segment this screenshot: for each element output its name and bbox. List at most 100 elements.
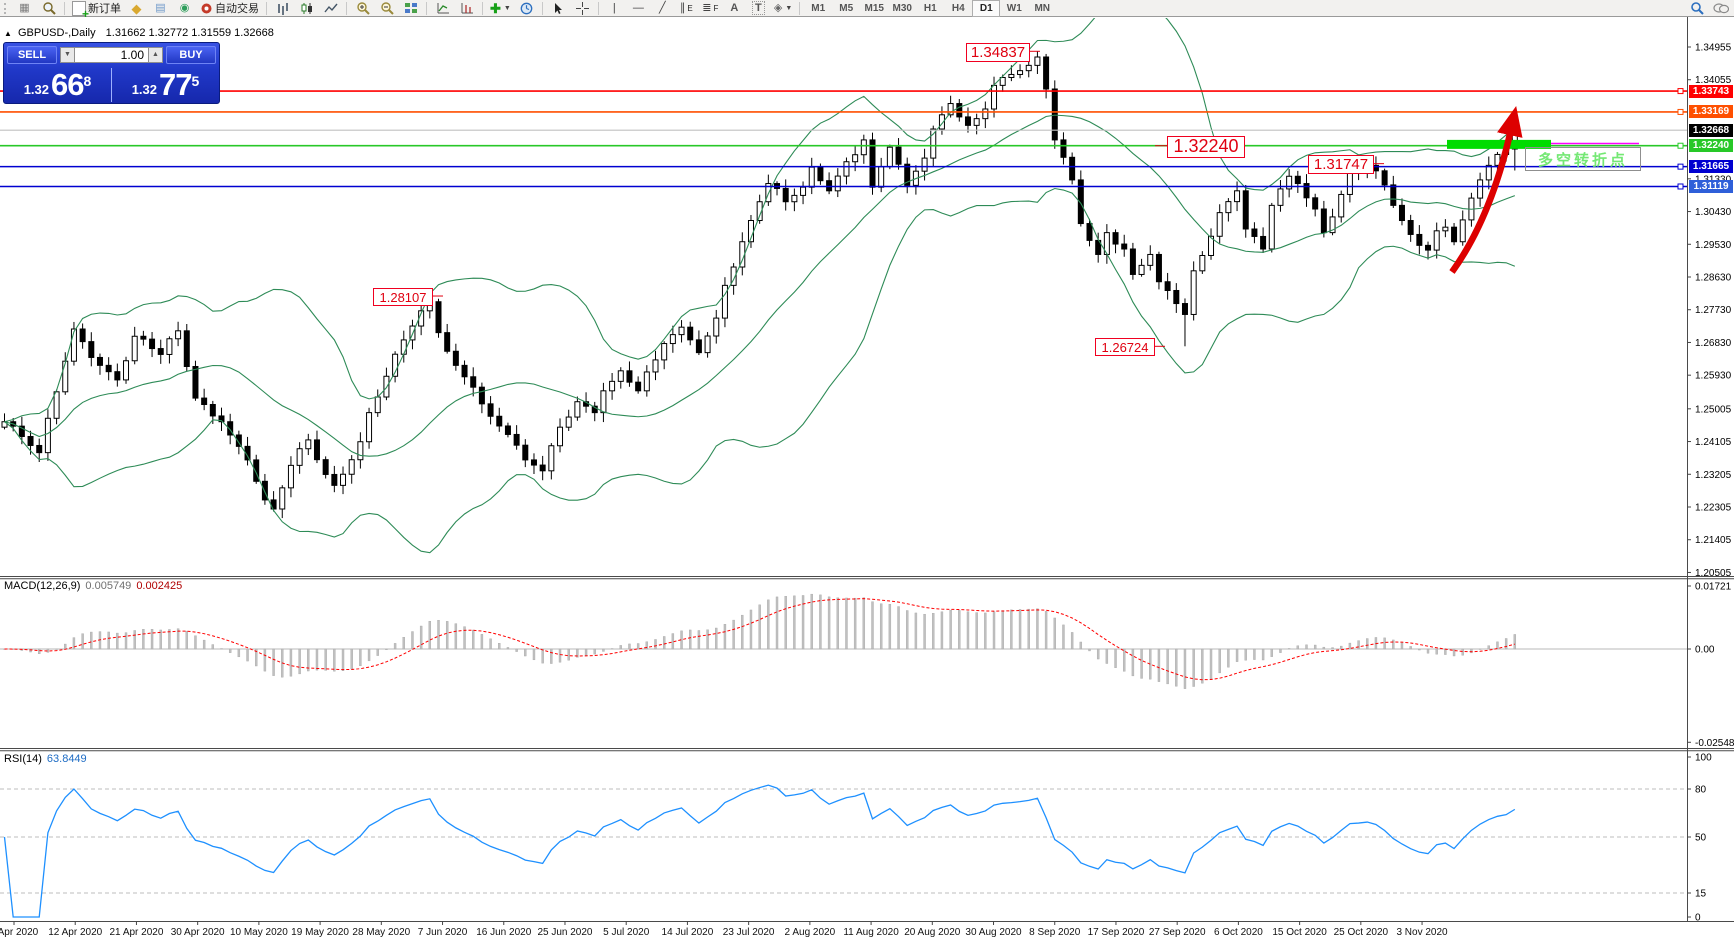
rsi-title: RSI(14) — [4, 753, 42, 765]
zoom-out-button[interactable] — [375, 0, 398, 17]
svg-text:100: 100 — [1695, 753, 1712, 764]
chart-windows-button[interactable]: ▦ — [13, 0, 36, 17]
timeframes-clock-button[interactable] — [515, 0, 538, 17]
search-button[interactable] — [1685, 0, 1708, 17]
vertical-line-tool[interactable]: | — [603, 0, 626, 17]
autotrading-label: 自动交易 — [215, 0, 259, 16]
add-indicator-button[interactable]: ✚▼ — [487, 0, 514, 17]
price-line-badge: 1.32240 — [1689, 139, 1733, 152]
indicators-button[interactable] — [431, 0, 454, 17]
volume-increase-button[interactable]: ▲ — [148, 47, 163, 63]
autotrading-icon — [200, 2, 213, 15]
profiles-button[interactable]: ▤ — [149, 0, 172, 17]
tab-timeframe-mn[interactable]: MN — [1028, 0, 1056, 17]
cursor-tool-button[interactable] — [547, 0, 570, 17]
sell-price-big: 66 — [51, 67, 83, 103]
date-axis-label: 21 Apr 2020 — [109, 927, 163, 938]
date-axis-label: 17 Sep 2020 — [1088, 927, 1145, 938]
tab-timeframe-w1[interactable]: W1 — [1000, 0, 1028, 17]
fibo-letter: F — [714, 4, 719, 13]
add-indicator-icon: ✚ — [490, 2, 501, 15]
volume-decrease-button[interactable]: ▼ — [60, 47, 75, 63]
profiles-icon: ▤ — [155, 3, 165, 14]
chart-title: ▲ GBPUSD-,Daily 1.31662 1.32772 1.31559 … — [4, 27, 274, 39]
tile-windows-button[interactable] — [399, 0, 422, 17]
date-axis-label: 5 Jul 2020 — [603, 927, 650, 938]
price-line-badge: 1.33743 — [1689, 85, 1733, 98]
date-axis-label: 8 Sep 2020 — [1029, 927, 1081, 938]
tab-timeframe-m30[interactable]: M30 — [888, 0, 916, 17]
line-chart-button[interactable] — [319, 0, 342, 17]
svg-text:80: 80 — [1695, 785, 1707, 796]
text-tool[interactable]: A — [723, 0, 746, 17]
date-axis-label: 7 Jun 2020 — [418, 927, 468, 938]
svg-text:1.30430: 1.30430 — [1695, 207, 1732, 218]
date-axis-label: 11 Aug 2020 — [843, 927, 899, 938]
periods-button[interactable] — [455, 0, 478, 17]
application-window: 1.349551.340551.313301.304301.295301.286… — [0, 0, 1734, 938]
price-annotation-label[interactable]: 1.26724 — [1095, 338, 1155, 356]
chat-button[interactable] — [1709, 0, 1732, 17]
price-annotation-label[interactable]: 1.34837 — [966, 43, 1030, 62]
date-axis-label: 30 Aug 2020 — [965, 927, 1022, 938]
tab-timeframe-h4[interactable]: H4 — [944, 0, 972, 17]
toolbar: ▦ + 新订单 ◆ ▤ ◉ 自动交易 — [0, 0, 1734, 17]
tab-timeframe-h1[interactable]: H1 — [916, 0, 944, 17]
sell-price-prefix: 1.32 — [24, 82, 49, 97]
channel-icon: ∥ — [680, 3, 686, 14]
tab-timeframe-m1[interactable]: M1 — [804, 0, 832, 17]
date-axis-label: 23 Jul 2020 — [723, 927, 775, 938]
new-order-button[interactable]: + 新订单 — [69, 0, 124, 17]
price-annotation-label[interactable]: 1.31747 — [1308, 155, 1374, 174]
indicators-icon — [436, 2, 450, 15]
horizontal-line-tool[interactable]: — — [627, 0, 650, 17]
date-axis-label: 28 May 2020 — [352, 927, 410, 938]
svg-text:1.27730: 1.27730 — [1695, 305, 1732, 316]
trendline-tool[interactable]: ╱ — [651, 0, 674, 17]
svg-text:1.22305: 1.22305 — [1695, 502, 1732, 513]
buy-price[interactable]: 1.32 77 5 — [112, 65, 219, 104]
svg-text:1.28630: 1.28630 — [1695, 272, 1732, 283]
svg-text:1.25005: 1.25005 — [1695, 404, 1732, 415]
clock-icon — [520, 2, 533, 15]
fibonacci-tool[interactable]: ≣F — [699, 0, 722, 17]
chat-icon — [1713, 2, 1729, 15]
bar-chart-icon — [276, 2, 290, 15]
macd-signal-value: 0.002425 — [136, 580, 182, 592]
line-chart-icon — [324, 2, 338, 15]
macd-main-value: 0.005749 — [85, 580, 131, 592]
candlestick-button[interactable] — [295, 0, 318, 17]
autotrading-button[interactable]: 自动交易 — [197, 0, 262, 17]
price-annotation-label[interactable]: 1.32240 — [1167, 136, 1245, 158]
chart-canvas[interactable]: 1.349551.340551.313301.304301.295301.286… — [0, 0, 1734, 938]
toolbar-grip[interactable] — [4, 3, 10, 14]
tab-timeframe-d1[interactable]: D1 — [972, 0, 1000, 17]
ohlc-values: 1.31662 1.32772 1.31559 1.32668 — [106, 27, 274, 39]
chart-styles-button[interactable]: ◆ — [125, 0, 148, 17]
volume-input[interactable]: 1.00 — [75, 47, 148, 63]
equidistant-channel-tool[interactable]: ∥E — [675, 0, 698, 17]
buy-button[interactable]: BUY — [166, 46, 216, 64]
zoom-preview-button[interactable] — [37, 0, 60, 17]
svg-text:1.23205: 1.23205 — [1695, 470, 1732, 481]
alerts-button[interactable]: ◉ — [173, 0, 196, 17]
zoom-in-icon — [356, 1, 370, 15]
bar-chart-button[interactable] — [271, 0, 294, 17]
sell-button[interactable]: SELL — [7, 46, 57, 64]
date-axis-label: 25 Oct 2020 — [1334, 927, 1389, 938]
price-annotation-label[interactable]: 1.28107 — [373, 288, 433, 306]
text-label-icon: T — [752, 1, 765, 15]
crosshair-tool-button[interactable] — [571, 0, 594, 17]
turning-point-label[interactable]: 多空转折点 — [1525, 147, 1641, 171]
date-axis-label: 20 Aug 2020 — [904, 927, 961, 938]
tab-timeframe-m15[interactable]: M15 — [860, 0, 888, 17]
trendline-icon: ╱ — [659, 3, 666, 14]
shapes-tool[interactable]: ◈▼ — [771, 0, 795, 17]
buy-price-prefix: 1.32 — [132, 82, 157, 97]
sell-price[interactable]: 1.32 66 8 — [4, 65, 111, 104]
zoom-in-button[interactable] — [351, 0, 374, 17]
tab-timeframe-m5[interactable]: M5 — [832, 0, 860, 17]
date-axis-label: 3 Apr 2020 — [0, 927, 39, 938]
text-label-tool[interactable]: T — [747, 0, 770, 17]
collapse-trade-panel-icon[interactable]: ▲ — [4, 29, 12, 38]
